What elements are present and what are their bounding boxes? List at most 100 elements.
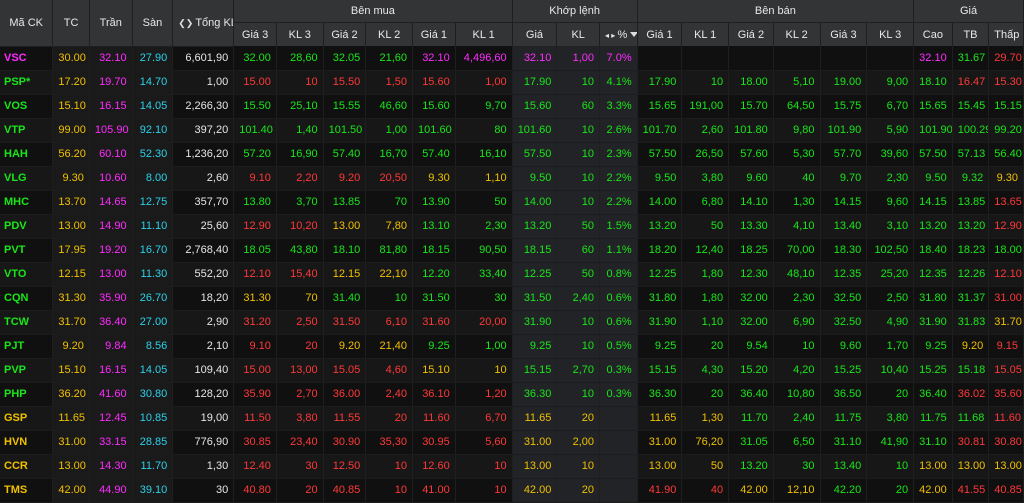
table-row[interactable]: GSP 11.65 12.45 10.85 19,00 11.50 3,80 11.55 20 1… — [0, 406, 1024, 431]
col-bid-4[interactable]: Giá 1 — [412, 22, 456, 46]
ask-cell: 10,40 — [866, 358, 915, 383]
ref-price-cell: 31.00 — [52, 430, 90, 455]
symbol-cell: PHP — [0, 382, 54, 407]
ask-cell: 76,20 — [681, 430, 730, 455]
ask-cell: 50 — [681, 454, 730, 479]
ref-price-cell: 12.15 — [52, 262, 90, 287]
ask-cell: 3,80 — [681, 166, 730, 191]
floor-price-cell: 8.00 — [132, 166, 174, 191]
bid-cell: 12.90 — [233, 214, 277, 239]
ask-cell — [681, 46, 730, 71]
floor-price-cell: 30.80 — [132, 382, 174, 407]
col-ask-0[interactable]: Giá 1 — [637, 22, 683, 46]
match-cell: 42.00 — [512, 478, 558, 503]
match-cell: 32.10 — [512, 46, 558, 71]
table-row[interactable]: PSP* 17.20 19.70 14.70 1,00 15.00 10 15.50 1,50 1… — [0, 70, 1024, 95]
col-bid-1[interactable]: KL 3 — [276, 22, 324, 46]
bid-cell: 13,00 — [276, 358, 324, 383]
col-ask-1[interactable]: KL 1 — [681, 22, 730, 46]
table-row[interactable]: VLG 9.30 10.60 8.00 2,60 9.10 2,20 9.20 20,50 9.3… — [0, 166, 1024, 191]
col-bid-3[interactable]: KL 2 — [365, 22, 414, 46]
price-stat-cell: 11.68 — [952, 406, 990, 431]
table-row[interactable]: PVT 17.95 19.20 16.70 2,768,40 18.05 43,80 18.1… — [0, 238, 1024, 263]
match-cell: 50 — [556, 262, 601, 287]
table-row[interactable]: CCR 13.00 14.30 11.70 1,30 12.40 30 12.50 10 12.6… — [0, 454, 1024, 479]
col-ask-3[interactable]: KL 2 — [773, 22, 821, 46]
floor-price-cell: 14.70 — [132, 70, 174, 95]
match-cell: 2.2% — [599, 166, 638, 191]
col-ask-4[interactable]: Giá 3 — [820, 22, 868, 46]
price-stat-cell: 31.67 — [952, 46, 990, 71]
price-stat-cell: 12.10 — [988, 262, 1024, 287]
sort-down-icon[interactable] — [630, 32, 637, 38]
table-row[interactable]: PHP 36.20 41.60 30.80 128,20 35.90 2,70 36.00 2,… — [0, 382, 1024, 407]
table-row[interactable]: HVN 31.00 33.15 28.85 776,90 30.85 23,40 30.90 3… — [0, 430, 1024, 455]
match-cell: 4.1% — [599, 70, 638, 95]
ask-cell: 9.60 — [728, 166, 774, 191]
symbol-cell: PSP* — [0, 70, 54, 95]
match-cell: 10 — [556, 310, 601, 335]
match-cell: 0.6% — [599, 310, 638, 335]
table-row[interactable]: TMS 42.00 44.90 39.10 30 40.80 20 40.85 10 41.00 1… — [0, 478, 1024, 503]
col-price-1[interactable]: TB — [952, 22, 990, 46]
floor-price-cell: 11.10 — [132, 214, 174, 239]
table-row[interactable]: CQN 31.30 35.90 26.70 18,20 31.30 70 31.40 10 31.… — [0, 286, 1024, 311]
ask-cell: 1,80 — [681, 262, 730, 287]
bid-cell: 30.90 — [323, 430, 367, 455]
floor-price-cell: 10.85 — [132, 406, 174, 431]
bid-cell: 9.20 — [323, 334, 367, 359]
table-row[interactable]: PJT 9.20 9.84 8.56 2,10 9.10 20 9.20 21,40 9.25 1,… — [0, 334, 1024, 359]
price-stat-cell: 15.45 — [952, 94, 990, 119]
price-stat-cell: 15.30 — [988, 70, 1024, 95]
col-total-vol-label: Tổng KL — [195, 16, 234, 29]
col-bid-2[interactable]: Giá 2 — [323, 22, 367, 46]
ceil-price-cell: 16.15 — [89, 358, 133, 383]
price-stat-cell: 15.65 — [913, 94, 953, 119]
col-ask-5[interactable]: KL 3 — [866, 22, 915, 46]
col-match-2[interactable]: ◂ ▸ % — [599, 22, 638, 46]
ceil-price-cell: 10.60 — [89, 166, 133, 191]
ask-cell: 4,90 — [866, 310, 915, 335]
col-bid-0[interactable]: Giá 3 — [233, 22, 277, 46]
bid-cell: 20,00 — [455, 310, 513, 335]
ask-cell: 12.30 — [728, 262, 774, 287]
match-cell: 10 — [556, 70, 601, 95]
table-row[interactable]: VSC 30.00 32.10 27.90 6,601,90 32.00 28,60 32.0… — [0, 46, 1024, 71]
table-row[interactable]: VOS 15.10 16.15 14.05 2,266,30 15.50 25,10 15.5… — [0, 94, 1024, 119]
price-stat-cell: 13.65 — [988, 190, 1024, 215]
bid-cell: 50 — [455, 190, 513, 215]
bid-cell: 25,10 — [276, 94, 324, 119]
sort-left-right-icon[interactable]: ❮❯ — [178, 18, 193, 28]
table-row[interactable]: HAH 56.20 60.10 52.30 1,236,20 57.20 16,90 57.4… — [0, 142, 1024, 167]
symbol-cell: PDV — [0, 214, 54, 239]
col-ref[interactable]: TC — [52, 0, 90, 47]
table-row[interactable]: VTO 12.15 13.00 11.30 552,20 12.10 15,40 12.15 2… — [0, 262, 1024, 287]
table-row[interactable]: PDV 13.00 14.90 11.10 25,60 12.90 10,20 13.00 7,… — [0, 214, 1024, 239]
col-floor[interactable]: Sàn — [132, 0, 174, 47]
col-match-1[interactable]: KL — [556, 22, 601, 46]
table-row[interactable]: VTP 99.00 105.90 92.10 397,20 101.40 1,40 101.5… — [0, 118, 1024, 143]
table-row[interactable]: TCW 31.70 36.40 27.00 2,90 31.20 2,50 31.50 6,10… — [0, 310, 1024, 335]
ceil-price-cell: 19.20 — [89, 238, 133, 263]
col-ask-2[interactable]: Giá 2 — [728, 22, 774, 46]
price-stat-cell: 18.40 — [913, 238, 953, 263]
ref-price-cell: 17.20 — [52, 70, 90, 95]
table-row[interactable]: PVP 15.10 16.15 14.05 109,40 15.00 13,00 15.05 4… — [0, 358, 1024, 383]
total-volume-cell: 1,236,20 — [172, 142, 235, 167]
price-stat-cell: 12.26 — [952, 262, 990, 287]
col-ceil[interactable]: Trần — [89, 0, 133, 47]
bid-cell: 21,40 — [365, 334, 414, 359]
table-row[interactable]: MHC 13.70 14.65 12.75 357,70 13.80 3,70 13.85 70… — [0, 190, 1024, 215]
col-total-vol[interactable]: ❮❯ Tổng KL — [172, 0, 235, 47]
col-price-0[interactable]: Cao — [913, 22, 953, 46]
match-cell — [599, 454, 638, 479]
col-symbol[interactable]: Mã CK — [0, 0, 54, 47]
match-cell: 12.25 — [512, 262, 558, 287]
col-match-0[interactable]: Giá — [512, 22, 558, 46]
sort-arrows-icon[interactable]: ◂ ▸ — [605, 31, 617, 40]
ceil-price-cell: 36.40 — [89, 310, 133, 335]
total-volume-cell: 357,70 — [172, 190, 235, 215]
col-bid-5[interactable]: KL 1 — [455, 22, 513, 46]
bid-cell: 12.50 — [323, 454, 367, 479]
col-price-2[interactable]: Thấp — [988, 22, 1024, 46]
